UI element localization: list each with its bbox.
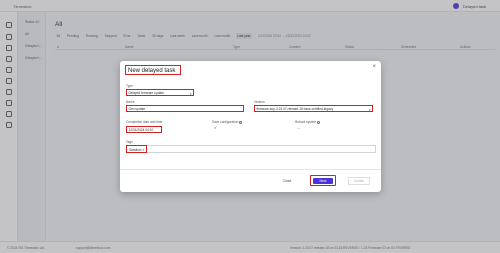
version-select-value: firmware-sup-3.23.07-release-18 base-cer… xyxy=(256,107,334,111)
type-label: Type xyxy=(126,84,133,88)
info-icon[interactable]: i xyxy=(239,120,243,124)
dialog-footer-divider xyxy=(120,169,381,170)
tag-chip-label: Sandbox xyxy=(129,147,142,152)
name-label: Name xyxy=(126,100,135,104)
tags-input[interactable] xyxy=(126,145,376,153)
next-button[interactable]: Next xyxy=(310,175,336,186)
save-configuration-label: Save configuration i xyxy=(212,120,243,124)
reboot-value[interactable]: — xyxy=(297,126,300,130)
name-input[interactable]: Gen update xyxy=(126,105,244,112)
chevron-down-icon: ▾ xyxy=(189,91,192,96)
chevron-down-icon: ▾ xyxy=(368,107,371,112)
reboot-text: Reboot system xyxy=(295,120,317,124)
completion-time-label: Completion date and time xyxy=(126,120,163,124)
version-select[interactable]: firmware-sup-3.23.07-release-18 base-cer… xyxy=(254,105,373,112)
close-button[interactable]: Close xyxy=(280,177,294,185)
type-select-value: Delayed firmware update xyxy=(128,91,164,95)
completion-time-input[interactable]: 12/31/2024 04:10 xyxy=(126,126,162,133)
save-configuration-text: Save configuration xyxy=(212,120,239,124)
info-icon[interactable]: i xyxy=(317,120,321,124)
reboot-label: Reboot system i xyxy=(295,120,321,124)
new-delayed-task-dialog: New delayed task × Type Delayed firmware… xyxy=(120,61,381,192)
next-button-label: Next xyxy=(313,177,333,184)
tag-remove-icon[interactable]: × xyxy=(142,148,144,152)
type-select[interactable]: Delayed firmware update ▾ xyxy=(126,89,194,96)
completion-time-value: 12/31/2024 04:10 xyxy=(128,128,154,132)
check-icon[interactable]: ✓ xyxy=(214,125,217,130)
name-input-value: Gen update xyxy=(128,107,146,111)
create-button[interactable]: Create xyxy=(348,177,370,185)
version-label: Version xyxy=(254,100,265,104)
tag-chip[interactable]: Sandbox × xyxy=(126,145,148,153)
tags-label: Tags xyxy=(126,140,133,144)
close-icon[interactable]: × xyxy=(372,64,376,70)
dialog-title: New delayed task xyxy=(125,65,181,75)
